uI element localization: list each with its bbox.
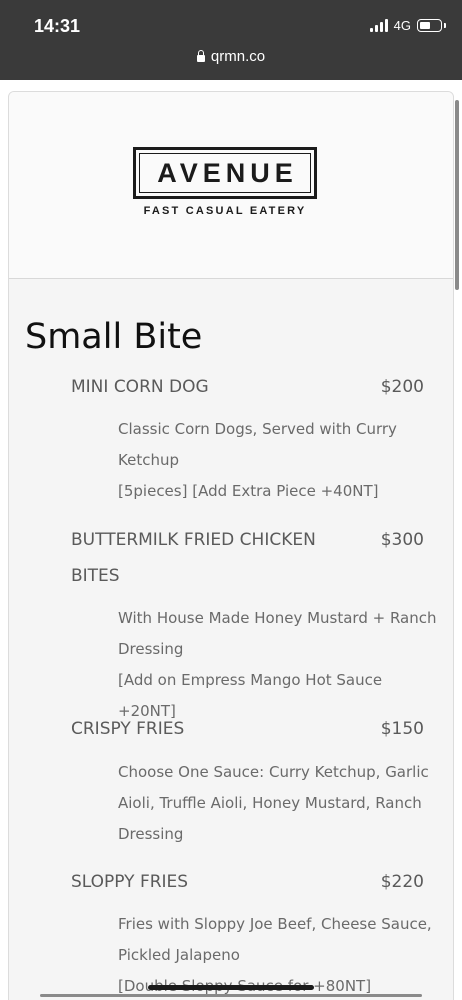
description-line: Classic Corn Dogs, Served with Curry — [118, 420, 397, 438]
menu-item-price: $200 — [380, 377, 424, 397]
menu-item-description: With House Made Honey Mustard + Ranch Dr… — [118, 603, 444, 727]
menu-item-name: BUTTERMILK FRIED CHICKEN — [71, 530, 316, 550]
network-type: 4G — [393, 18, 411, 33]
logo-frame: AVENUE — [133, 147, 317, 199]
description-line: Fries with Sloppy Joe Beef, Cheese Sauce… — [118, 915, 432, 933]
description-line: Pickled Jalapeno — [118, 946, 240, 964]
url-text[interactable]: qrmn.co — [211, 48, 265, 65]
description-line: With House Made Honey Mustard + Ranch — [118, 609, 437, 627]
description-line: Ketchup — [118, 451, 179, 469]
menu-item-price: $300 — [380, 530, 424, 550]
menu-item-description: Choose One Sauce: Curry Ketchup, Garlic … — [118, 757, 444, 850]
status-time: 14:31 — [34, 16, 81, 36]
description-line: Aioli, Truffle Aioli, Honey Mustard, Ran… — [118, 794, 422, 812]
description-line: Choose One Sauce: Curry Ketchup, Garlic — [118, 763, 429, 781]
menu-item-name: CRISPY FRIES — [71, 719, 185, 739]
page-scrollbar[interactable] — [455, 100, 459, 290]
menu-item-name-line2: BITES — [71, 566, 120, 586]
description-line: Dressing — [118, 640, 184, 658]
description-line: [5pieces] [Add Extra Piece +40NT] — [118, 482, 379, 500]
menu-item-price: $220 — [380, 872, 424, 892]
menu-item-name: SLOPPY FRIES — [71, 872, 189, 892]
horizontal-scrollbar[interactable] — [40, 994, 422, 997]
menu-item-price: $150 — [380, 719, 424, 739]
browser-status-bar: 14:31 4G qrmn.co — [0, 0, 462, 80]
battery-icon — [417, 19, 446, 32]
lock-icon — [196, 50, 205, 62]
menu-item-name: MINI CORN DOG — [71, 377, 209, 397]
cellular-signal-icon — [369, 19, 388, 32]
home-indicator[interactable] — [148, 985, 314, 990]
page-header: AVENUE FAST CASUAL EATERY — [9, 92, 453, 279]
status-indicators: 4G — [369, 18, 446, 33]
brand-logo: AVENUE FAST CASUAL EATERY — [133, 147, 317, 217]
logo-name: AVENUE — [157, 157, 298, 188]
section-title: Small Bite — [25, 317, 203, 357]
logo-tagline: FAST CASUAL EATERY — [143, 205, 307, 217]
description-line: Dressing — [118, 825, 184, 843]
address-bar[interactable]: qrmn.co — [0, 48, 462, 65]
menu-page: AVENUE FAST CASUAL EATERY Small Bite MIN… — [8, 91, 454, 1000]
battery-level-fill — [419, 21, 430, 29]
menu-item-description: Classic Corn Dogs, Served with Curry Ket… — [118, 414, 444, 507]
